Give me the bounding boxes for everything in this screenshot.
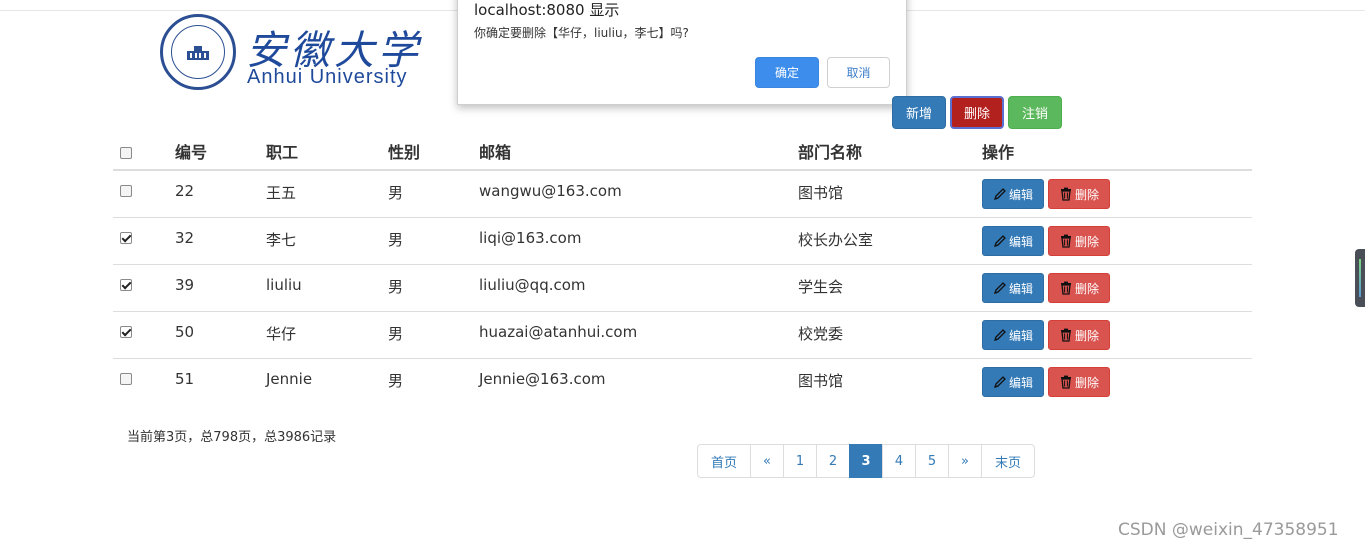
table-row: 51 Jennie 男 Jennie@163.com 图书馆 编辑 删除 <box>113 359 1252 405</box>
row-checkbox[interactable] <box>120 326 132 338</box>
edit-button[interactable]: 编辑 <box>982 226 1044 256</box>
pencil-icon <box>993 375 1007 389</box>
employee-table: 编号 职工 性别 邮箱 部门名称 操作 22 王五男 wangwu@163.com 图… <box>113 126 1252 405</box>
logo-english-name: Anhui University <box>247 66 408 88</box>
cell-id: 39 <box>175 276 195 294</box>
trash-icon <box>1059 375 1073 389</box>
cell-email: Jennie@163.com <box>479 370 606 388</box>
trash-icon <box>1059 328 1073 342</box>
edit-label: 编辑 <box>1008 375 1033 390</box>
cell-gender: 男 <box>388 325 404 343</box>
watermark: CSDN @weixin_47358951 <box>1118 520 1339 540</box>
cell-id: 50 <box>175 323 195 341</box>
page-link-3[interactable]: 3 <box>849 444 883 478</box>
cell-dept: 图书馆 <box>798 372 844 390</box>
dialog-ok-button[interactable]: 确定 <box>755 57 819 88</box>
cell-id: 32 <box>175 229 195 247</box>
edit-button[interactable]: 编辑 <box>982 367 1044 397</box>
edit-label: 编辑 <box>1008 234 1033 249</box>
header-dept: 部门名称 <box>798 143 863 162</box>
page-info: 当前第3页，总798页，总3986记录 <box>127 430 337 445</box>
side-widget-handle[interactable] <box>1355 249 1365 307</box>
cell-gender: 男 <box>388 278 404 296</box>
delete-button[interactable]: 删除 <box>1048 226 1110 256</box>
edit-button[interactable]: 编辑 <box>982 273 1044 303</box>
university-logo: 安徽大学 Anhui University <box>160 14 430 94</box>
header-gender: 性别 <box>388 143 421 162</box>
page-last-link[interactable]: 末页 <box>981 444 1035 478</box>
trash-icon <box>1059 234 1073 248</box>
page-next-link[interactable]: » <box>948 444 982 478</box>
trash-icon <box>1059 187 1073 201</box>
pencil-icon <box>993 328 1007 342</box>
table-row: 32 李七 男 liqi@163.com 校长办公室 编辑 删除 <box>113 218 1252 265</box>
delete-label: 删除 <box>1074 234 1099 249</box>
page-prev-link[interactable]: « <box>750 444 784 478</box>
delete-button[interactable]: 删除 <box>1048 179 1110 209</box>
cell-name: 王五 <box>266 184 297 202</box>
trash-icon <box>1059 281 1073 295</box>
delete-label: 删除 <box>1074 187 1099 202</box>
pencil-icon <box>993 234 1007 248</box>
row-checkbox[interactable] <box>120 185 132 197</box>
select-all-checkbox[interactable] <box>120 147 132 159</box>
edit-label: 编辑 <box>1008 187 1033 202</box>
cell-gender: 男 <box>388 372 404 390</box>
cell-id: 51 <box>175 370 195 388</box>
cell-gender: 男 <box>388 184 404 202</box>
cell-id: 22 <box>175 182 195 200</box>
cell-name: liuliu <box>266 276 302 294</box>
cell-email: huazai@atanhui.com <box>479 323 638 341</box>
cell-gender: 男 <box>388 231 404 249</box>
logout-button[interactable]: 注销 <box>1008 96 1062 129</box>
edit-button[interactable]: 编辑 <box>982 320 1044 350</box>
edit-label: 编辑 <box>1008 281 1033 296</box>
page-first-link[interactable]: 首页 <box>697 444 751 478</box>
university-seal <box>160 14 236 90</box>
cell-email: liuliu@qq.com <box>479 276 586 294</box>
page-link-5[interactable]: 5 <box>915 444 949 478</box>
page-link-2[interactable]: 2 <box>816 444 850 478</box>
delete-label: 删除 <box>1074 375 1099 390</box>
add-button[interactable]: 新增 <box>892 96 946 129</box>
dialog-cancel-button[interactable]: 取消 <box>827 57 890 88</box>
cell-dept: 校党委 <box>798 325 844 343</box>
pagination: 首页 « 1 2 3 4 5 » 末页 <box>697 444 1035 478</box>
table-row: 50 华仔 男 huazai@atanhui.com 校党委 编辑 删除 <box>113 312 1252 359</box>
header-id: 编号 <box>175 143 208 162</box>
cell-dept: 校长办公室 <box>798 231 874 249</box>
page-link-1[interactable]: 1 <box>783 444 817 478</box>
cell-name: 李七 <box>266 231 297 249</box>
row-checkbox[interactable] <box>120 279 132 291</box>
delete-button[interactable]: 删除 <box>1048 273 1110 303</box>
row-checkbox[interactable] <box>120 373 132 385</box>
header-name: 职工 <box>266 143 299 162</box>
dialog-message: 你确定要删除【华仔，liuliu，李七】吗? <box>474 26 689 40</box>
page-link-4[interactable]: 4 <box>882 444 916 478</box>
edit-label: 编辑 <box>1008 328 1033 343</box>
delete-label: 删除 <box>1074 328 1099 343</box>
delete-label: 删除 <box>1074 281 1099 296</box>
cell-dept: 图书馆 <box>798 184 844 202</box>
delete-button[interactable]: 删除 <box>1048 367 1110 397</box>
cell-name: 华仔 <box>266 325 297 343</box>
cell-email: liqi@163.com <box>479 229 582 247</box>
pencil-icon <box>993 281 1007 295</box>
delete-selected-button[interactable]: 删除 <box>950 96 1004 129</box>
edit-button[interactable]: 编辑 <box>982 179 1044 209</box>
header-operation: 操作 <box>982 143 1015 162</box>
table-row: 22 王五 男 wangwu@163.com 图书馆 编辑 删除 <box>113 171 1252 218</box>
cell-name: Jennie <box>266 370 313 388</box>
dialog-title: localhost:8080 显示 <box>474 1 620 19</box>
cell-email: wangwu@163.com <box>479 182 622 200</box>
cell-dept: 学生会 <box>798 278 844 296</box>
table-row: 39 liuliu 男 liuliu@qq.com 学生会 编辑 删除 <box>113 265 1252 312</box>
pencil-icon <box>993 187 1007 201</box>
table-header: 编号 职工 性别 邮箱 部门名称 操作 <box>113 126 1252 171</box>
delete-button[interactable]: 删除 <box>1048 320 1110 350</box>
table-body: 22 王五男 wangwu@163.com 图书馆 编辑 删除 32 李七男 liqi@163.… <box>113 171 1252 405</box>
header-email: 邮箱 <box>479 143 512 162</box>
confirm-dialog: localhost:8080 显示 你确定要删除【华仔，liuliu，李七】吗?… <box>457 0 907 105</box>
row-checkbox[interactable] <box>120 232 132 244</box>
